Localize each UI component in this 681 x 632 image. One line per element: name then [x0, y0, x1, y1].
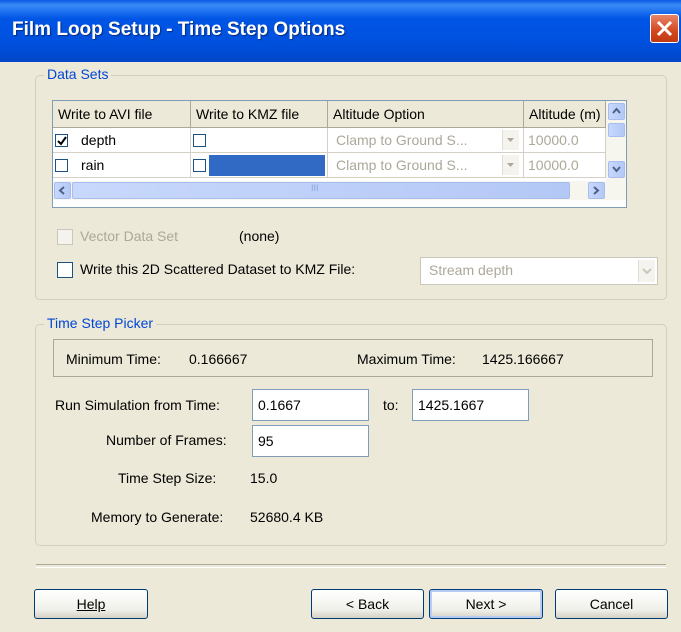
run-from-label: Run Simulation from Time:: [55, 397, 220, 413]
step-size-label: Time Step Size:: [118, 470, 217, 486]
back-button[interactable]: < Back: [311, 589, 424, 619]
write-kmz-dataset-checkbox[interactable]: [57, 262, 73, 278]
table-row-cell-avi[interactable]: depth: [53, 128, 191, 153]
write-avi-checkbox-rain[interactable]: [55, 159, 68, 172]
horizontal-scrollbar[interactable]: III: [53, 181, 626, 200]
kmz-dataset-select[interactable]: Stream depth: [420, 257, 658, 285]
min-time-value: 0.166667: [189, 351, 248, 367]
chevron-right-icon: [593, 186, 600, 195]
col-header-altitude[interactable]: Altitude (m): [524, 101, 606, 128]
scroll-thumb[interactable]: [608, 123, 625, 137]
memory-value: 52680.4 KB: [250, 509, 324, 525]
dialog-window: Film Loop Setup - Time Step Options Data…: [0, 0, 681, 632]
write-avi-checkbox-depth[interactable]: [55, 134, 68, 147]
footer-separator: [36, 564, 666, 568]
altitude-option-value: Clamp to Ground S...: [336, 157, 468, 173]
dataset-name: rain: [81, 157, 105, 173]
max-time-value: 1425.166667: [482, 351, 564, 367]
time-range-panel: Minimum Time: 0.166667 Maximum Time: 142…: [53, 339, 653, 377]
data-sets-legend: Data Sets: [44, 66, 112, 82]
run-to-input[interactable]: 1425.1667: [412, 389, 529, 421]
col-header-altitude-option[interactable]: Altitude Option: [328, 101, 524, 128]
vector-dataset-label: Vector Data Set: [80, 228, 179, 244]
help-button[interactable]: Help: [34, 589, 148, 619]
scroll-left-button[interactable]: [54, 182, 71, 199]
cancel-button-label: Cancel: [589, 596, 634, 612]
write-kmz-checkbox-rain[interactable]: [193, 159, 206, 172]
scroll-thumb[interactable]: III: [72, 182, 570, 199]
vector-dataset-value: (none): [239, 228, 280, 244]
cancel-button[interactable]: Cancel: [555, 589, 668, 619]
write-kmz-dataset-label: Write this 2D Scattered Dataset to KMZ F…: [80, 261, 356, 277]
dataset-name: depth: [81, 132, 117, 148]
chevron-down-icon: [638, 260, 655, 282]
dropdown-arrow-icon: [502, 155, 519, 175]
memory-label: Memory to Generate:: [91, 509, 224, 525]
scroll-grip: III: [311, 183, 319, 193]
scroll-down-button[interactable]: [608, 161, 625, 178]
vertical-scrollbar[interactable]: [606, 101, 626, 181]
altitude-option-value: Clamp to Ground S...: [336, 132, 468, 148]
altitude-value-depth: 10000.0: [524, 128, 606, 153]
step-size-value: 15.0: [250, 470, 278, 486]
chevron-down-icon: [612, 166, 621, 173]
next-button[interactable]: Next >: [429, 589, 543, 619]
run-from-input[interactable]: 0.1667: [252, 389, 369, 421]
col-header-kmz[interactable]: Write to KMZ file: [191, 101, 328, 128]
scroll-up-button[interactable]: [608, 103, 625, 120]
col-header-avi[interactable]: Write to AVI file: [53, 101, 191, 128]
min-time-label: Minimum Time:: [66, 351, 161, 367]
frames-label: Number of Frames:: [106, 432, 227, 448]
table-row-cell-avi[interactable]: rain: [53, 153, 191, 178]
close-icon: [656, 20, 673, 37]
write-kmz-checkbox-depth[interactable]: [193, 134, 206, 147]
title-bar[interactable]: Film Loop Setup - Time Step Options: [0, 0, 681, 62]
close-button[interactable]: [650, 14, 679, 43]
cell-selection-highlight: [209, 155, 325, 176]
vector-dataset-checkbox[interactable]: [57, 229, 73, 245]
help-button-label: Help: [76, 596, 106, 612]
altitude-option-combo-rain: Clamp to Ground S...: [328, 153, 524, 178]
window-title: Film Loop Setup - Time Step Options: [12, 19, 346, 40]
time-step-legend: Time Step Picker: [44, 315, 157, 331]
run-to-label: to:: [383, 397, 399, 413]
frames-input[interactable]: 95: [252, 425, 369, 457]
checkmark-icon: [57, 136, 67, 146]
altitude-option-combo-depth: Clamp to Ground S...: [328, 128, 524, 153]
dropdown-arrow-icon: [502, 130, 519, 150]
next-button-label: Next >: [465, 596, 507, 612]
table-row-cell-kmz[interactable]: [191, 128, 328, 153]
scroll-right-button[interactable]: [588, 182, 605, 199]
kmz-dataset-select-value: Stream depth: [429, 262, 514, 278]
max-time-label: Maximum Time:: [357, 351, 456, 367]
back-button-label: < Back: [345, 596, 390, 612]
altitude-value-rain: 10000.0: [524, 153, 606, 178]
table-row-cell-kmz[interactable]: [191, 153, 328, 178]
chevron-left-icon: [58, 186, 65, 195]
chevron-up-icon: [612, 107, 621, 114]
